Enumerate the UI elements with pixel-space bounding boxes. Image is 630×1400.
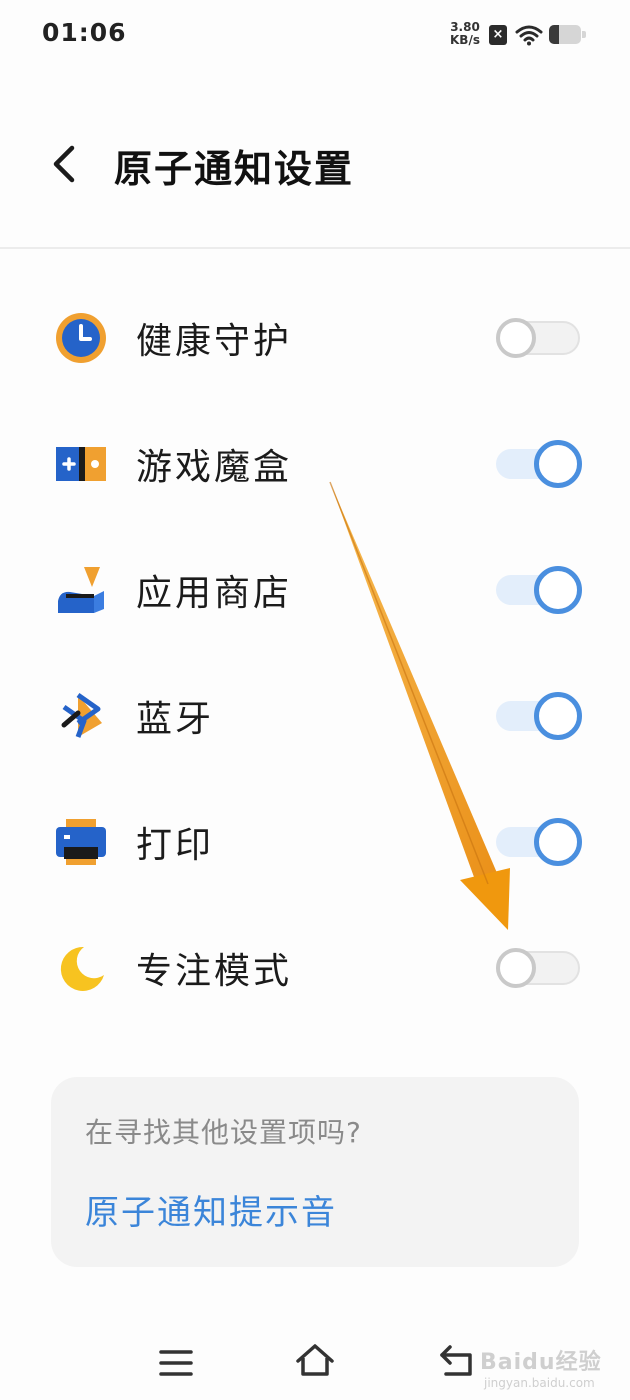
wifi-icon (515, 25, 543, 46)
page-title: 原子通知设置 (114, 147, 355, 191)
setting-label: 健康守护 (136, 321, 293, 362)
menu-icon[interactable] (158, 1348, 194, 1378)
status-time: 01:06 (42, 18, 127, 47)
printer-icon (56, 819, 106, 865)
health-guard-clock-icon (56, 313, 106, 363)
network-speed: 3.80 KB/s (444, 21, 486, 47)
toggle-knob (534, 692, 582, 740)
setting-row-bluetooth[interactable]: 蓝牙 (0, 653, 630, 779)
setting-row-focus-mode[interactable]: 专注模式 (0, 905, 630, 1031)
setting-label: 专注模式 (136, 951, 293, 992)
game-box-icon (56, 447, 106, 481)
setting-row-game-box[interactable]: 游戏魔盒 (0, 401, 630, 527)
header-divider (0, 247, 630, 249)
network-speed-unit: KB/s (450, 33, 480, 47)
bluetooth-icon (61, 692, 102, 738)
more-settings-question: 在寻找其他设置项吗? (85, 1116, 362, 1149)
app-store-toggle[interactable] (494, 566, 582, 614)
setting-label: 蓝牙 (136, 699, 215, 740)
back-arrow-icon[interactable] (48, 142, 88, 186)
setting-row-app-store[interactable]: 应用商店 (0, 527, 630, 653)
toggle-knob (496, 318, 536, 358)
home-icon[interactable] (294, 1341, 336, 1379)
battery-cap (582, 31, 586, 38)
more-settings-card: 在寻找其他设置项吗? 原子通知提示音 (51, 1077, 579, 1267)
toggle-knob (496, 948, 536, 988)
setting-row-health-guard[interactable]: 健康守护 (0, 275, 630, 401)
bluetooth-toggle[interactable] (494, 692, 582, 740)
toggle-knob (534, 818, 582, 866)
toggle-knob (534, 566, 582, 614)
setting-label: 游戏魔盒 (136, 447, 293, 488)
battery-level (549, 25, 559, 44)
moon-focus-icon (60, 946, 104, 991)
back-icon[interactable] (438, 1343, 478, 1379)
focus-mode-toggle[interactable] (494, 944, 582, 992)
watermark-url: jingyan.baidu.com (484, 1376, 595, 1390)
setting-label: 打印 (136, 825, 215, 866)
toggle-knob (534, 440, 582, 488)
watermark-logo: Baidu经验 (480, 1350, 602, 1375)
setting-label: 应用商店 (136, 573, 293, 614)
watermark: Baidu经验 jingyan.baidu.com (480, 1338, 625, 1394)
setting-row-print[interactable]: 打印 (0, 779, 630, 905)
print-toggle[interactable] (494, 818, 582, 866)
no-sim-icon: × (489, 25, 507, 45)
battery-icon (549, 25, 581, 44)
app-store-icon (58, 567, 104, 613)
game-box-toggle[interactable] (494, 440, 582, 488)
notification-sound-link[interactable]: 原子通知提示音 (85, 1185, 337, 1234)
health-guard-toggle[interactable] (494, 314, 582, 362)
status-bar: 01:06 3.80 KB/s × (0, 0, 630, 70)
